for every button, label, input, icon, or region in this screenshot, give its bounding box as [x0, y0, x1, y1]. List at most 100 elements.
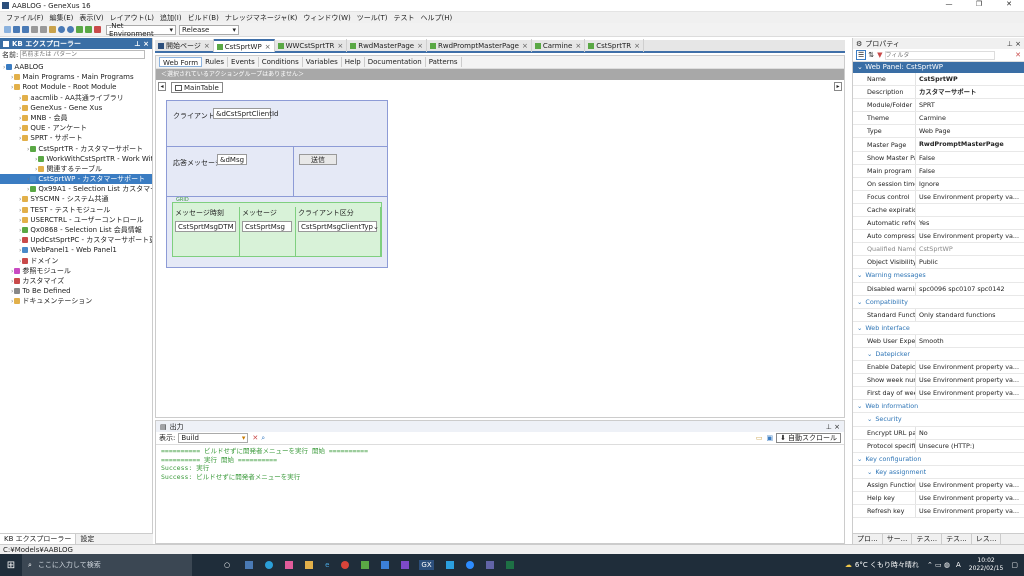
subtab[interactable]: Rules [202, 57, 229, 67]
expand-icon[interactable]: › [11, 278, 13, 285]
property-row[interactable]: Object Visibility Public [853, 256, 1024, 270]
property-value[interactable]: Use Environment property va... [915, 478, 1024, 491]
tab-settings[interactable]: 設定 [76, 534, 98, 544]
tree-item[interactable]: › TEST - テストモジュール [0, 205, 152, 215]
subtab[interactable]: Patterns [426, 57, 462, 67]
property-row[interactable]: Name CstSprtWP [853, 73, 1024, 87]
save-all-icon[interactable] [22, 26, 29, 33]
tree-item[interactable]: › カスタマイズ [0, 276, 152, 286]
expand-icon[interactable]: › [19, 217, 21, 224]
property-row[interactable]: Main program False [853, 164, 1024, 178]
excel-icon[interactable] [505, 561, 514, 569]
expand-icon[interactable]: › [19, 125, 21, 132]
subtab[interactable]: Events [228, 57, 259, 67]
windows-start-icon[interactable]: ⊞ [0, 560, 22, 571]
property-value[interactable]: Only standard functions [915, 308, 1024, 321]
tree-item[interactable]: › Qx99A1 - Selection List カスタマーサ [0, 184, 152, 194]
ime-indicator[interactable]: A [956, 561, 961, 569]
pin-icon[interactable]: ⊥ × [134, 40, 149, 48]
expand-icon[interactable]: › [27, 186, 29, 193]
grid[interactable]: GRID メッセージ時刻 CstSprtMsgDTM メッセージ CstSprtMsg… [172, 197, 382, 257]
expand-icon[interactable]: › [19, 95, 21, 102]
property-row[interactable]: First day of wee Use Environment property… [853, 387, 1024, 401]
search-icon[interactable]: ⌕ [261, 434, 265, 443]
grid-column[interactable]: クライアント区分 CstSprtMsgClientTyp ⌄ [296, 207, 381, 257]
skype-icon[interactable] [445, 561, 454, 569]
expand-icon[interactable]: › [19, 105, 21, 112]
edge-icon[interactable] [265, 561, 274, 569]
close-icon[interactable]: ✕ [994, 0, 1024, 12]
collapse-icon[interactable]: ⌄ [857, 63, 863, 71]
expand-icon[interactable]: › [19, 196, 21, 203]
minimize-icon[interactable]: — [934, 0, 964, 12]
expand-icon[interactable]: › [11, 288, 13, 295]
property-row[interactable]: Help key Use Environment property va... [853, 492, 1024, 506]
expand-icon[interactable]: › [19, 258, 21, 265]
expand-icon[interactable]: › [19, 135, 21, 142]
expand-icon[interactable]: › [19, 115, 21, 122]
maintable-tag[interactable]: MainTable [171, 82, 223, 93]
kb-icon[interactable] [94, 26, 101, 33]
expand-icon[interactable]: › [11, 268, 13, 275]
property-section[interactable]: ⌄ Warning messages [853, 269, 1024, 283]
menu-item[interactable]: ナレッジマネージャ(K) [225, 13, 298, 23]
tray-icons[interactable]: ⌃ ▭ ◍ [927, 561, 950, 569]
paste-icon[interactable] [49, 26, 56, 33]
tree-item[interactable]: › SPRT - サポート [0, 133, 152, 143]
expand-icon[interactable]: › [11, 84, 13, 91]
property-value[interactable]: CstSprtWP [915, 243, 1024, 256]
tab-document[interactable]: WWCstSprtTR × [275, 39, 348, 52]
undo-icon[interactable] [58, 26, 65, 33]
subtab[interactable]: Conditions [259, 57, 303, 67]
property-row[interactable]: Assign Function Use Environment property … [853, 478, 1024, 492]
copy-icon[interactable] [40, 26, 47, 33]
collapse-icon[interactable]: ⌄ [853, 468, 872, 476]
tree-item[interactable]: › USERCTRL - ユーザーコントロール [0, 215, 152, 225]
expand-icon[interactable]: › [19, 237, 21, 244]
close-icon[interactable]: × [204, 42, 210, 50]
app3-icon[interactable] [401, 561, 410, 569]
configuration-select[interactable]: Release ▾ [179, 24, 239, 35]
property-value[interactable]: Public [915, 256, 1024, 269]
tree-item[interactable]: › GeneXus - Gene Xus [0, 103, 152, 113]
property-value[interactable]: Web Page [915, 125, 1024, 138]
scroll-left-icon[interactable]: ◂ [158, 82, 166, 91]
tab-document[interactable]: RwdMasterPage × [347, 39, 427, 52]
tree-item[interactable]: › CstSprtWP - カスタマーサポート [0, 174, 152, 185]
grid-column[interactable]: メッセージ CstSprtMsg [240, 207, 296, 257]
property-value[interactable]: SPRT [915, 99, 1024, 112]
tab-kb-explorer[interactable]: KB エクスプローラー [0, 534, 77, 544]
property-value[interactable]: Ignore [915, 177, 1024, 190]
grid-cell[interactable]: CstSprtMsgDTM [175, 221, 236, 232]
grid-column[interactable]: メッセージ時刻 CstSprtMsgDTM [173, 207, 240, 257]
subtab[interactable]: Variables [303, 57, 342, 67]
build-icon[interactable] [76, 26, 83, 33]
collapse-icon[interactable]: ⌄ [853, 271, 862, 279]
subtab[interactable]: Web Form [159, 57, 203, 67]
property-section[interactable]: ⌄ Web information [853, 400, 1024, 414]
properties-bottom-tab[interactable]: テス... [942, 534, 972, 544]
property-row[interactable]: Master Page RwdPromptMasterPage [853, 138, 1024, 152]
menu-item[interactable]: 表示(V) [79, 13, 103, 23]
clear-filter-icon[interactable]: ✕ [1015, 51, 1021, 59]
property-row[interactable]: Automatic refreshYes [853, 217, 1024, 231]
genexus-icon[interactable]: GX [419, 560, 434, 570]
property-value[interactable]: Use Environment property va... [915, 387, 1024, 400]
collapse-icon[interactable]: ⌄ [853, 350, 872, 358]
tab-document[interactable]: Carmine × [532, 39, 586, 52]
app2-icon[interactable] [381, 561, 390, 569]
properties-bottom-tab[interactable]: サー... [883, 534, 913, 544]
properties-filter-input[interactable] [884, 50, 995, 60]
close-icon[interactable]: × [417, 42, 423, 50]
close-icon[interactable]: × [634, 42, 640, 50]
grid-cell[interactable]: CstSprtMsgClientTyp ⌄ [298, 221, 379, 232]
clear-icon[interactable]: ✕ [252, 434, 258, 442]
chrome-icon[interactable] [341, 561, 350, 569]
tree-item[interactable]: › UpdCstSprtPC - カスタマーサポート更新 [0, 235, 152, 245]
alphabetical-icon[interactable]: ⇅ [868, 51, 874, 59]
property-section[interactable]: ⌄ Datepicker [853, 348, 1024, 362]
close-icon[interactable]: × [265, 43, 271, 51]
property-value[interactable]: Smooth [915, 334, 1024, 347]
property-row[interactable]: Standard FunctionOnly standard functions [853, 308, 1024, 322]
tool-icon[interactable] [361, 561, 370, 569]
